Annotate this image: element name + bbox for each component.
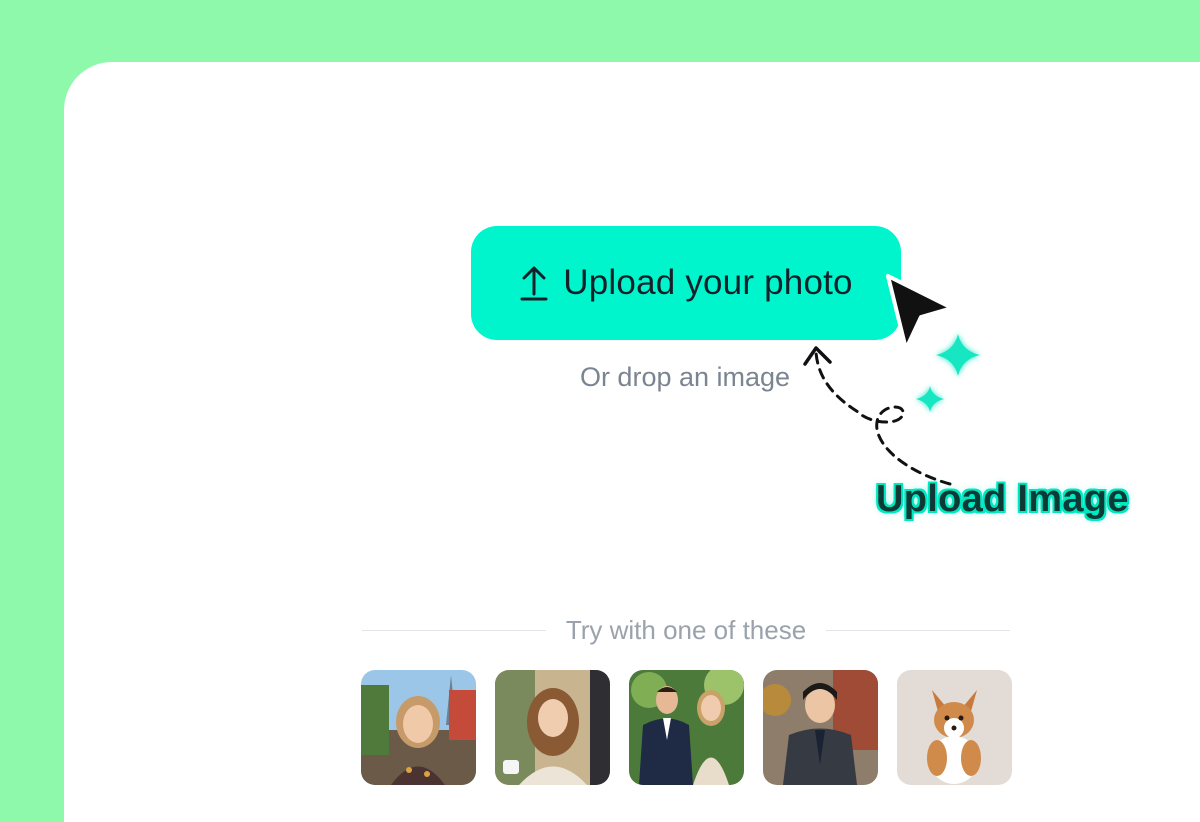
divider-line-right (826, 629, 1010, 631)
sample-image-paris-woman[interactable] (361, 670, 476, 785)
sample-image-cafe-woman[interactable] (495, 670, 610, 785)
upload-image-callout: Upload Image (876, 478, 1129, 520)
samples-heading: Try with one of these (565, 614, 807, 645)
upload-arrow-icon (520, 266, 548, 301)
upload-photo-button[interactable]: Upload your photo (471, 226, 901, 340)
divider-line-left (362, 629, 546, 631)
drop-image-text: Or drop an image (579, 362, 791, 392)
sample-image-corgi[interactable] (897, 670, 1012, 785)
sample-image-young-man[interactable] (763, 670, 878, 785)
upload-button-label: Upload your photo (563, 263, 853, 302)
samples-divider: Try with one of these (362, 612, 1010, 648)
sample-image-couple[interactable] (629, 670, 744, 785)
